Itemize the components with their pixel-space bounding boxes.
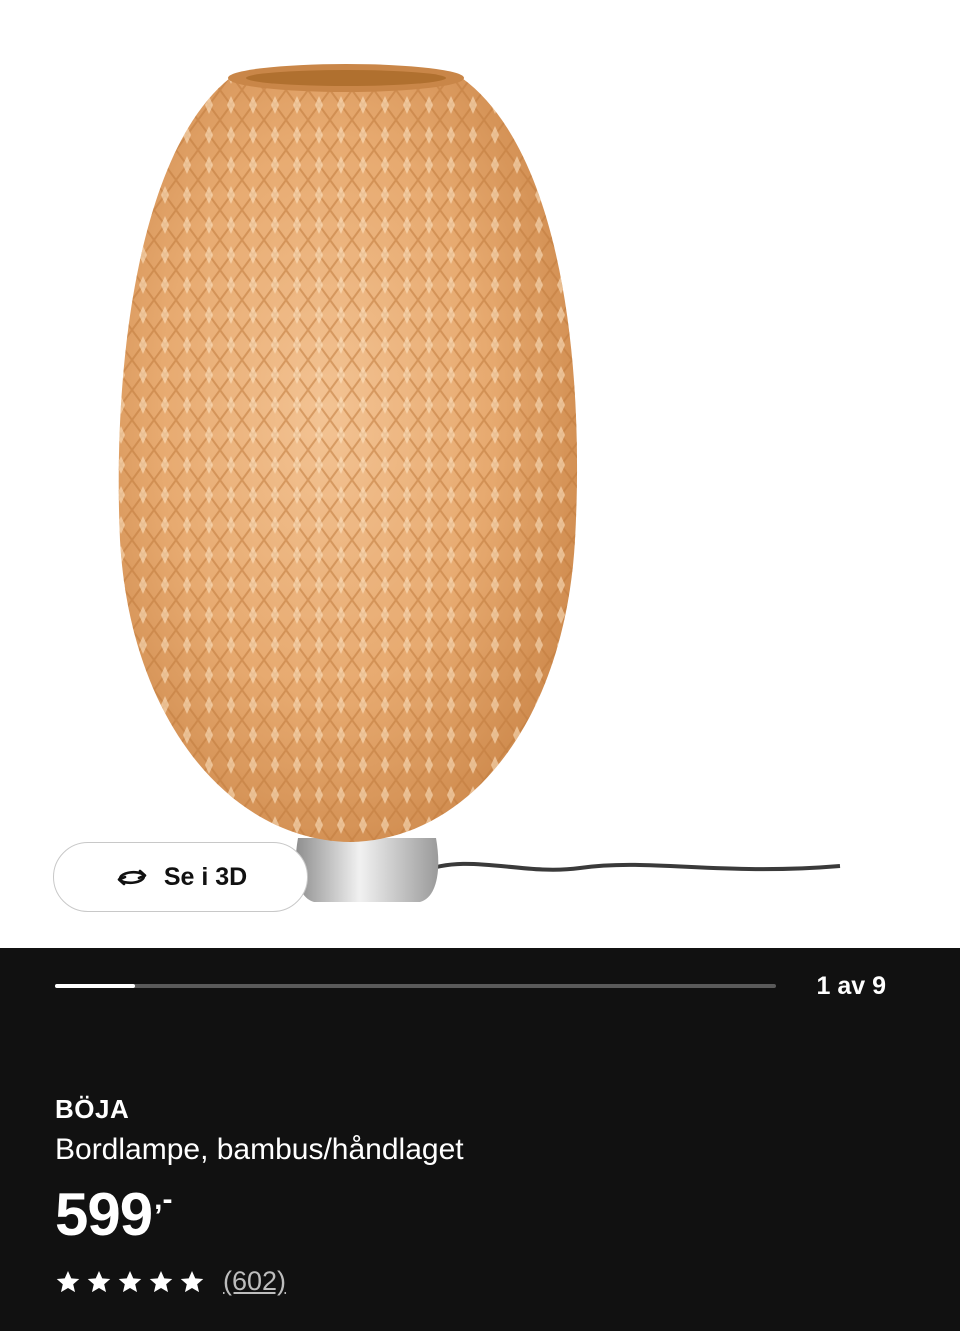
product-rating[interactable]: (602) <box>55 1266 286 1297</box>
product-price: 599 ,- <box>55 1180 172 1250</box>
product-image-area[interactable]: Se i 3D <box>0 0 960 948</box>
lamp-cord <box>419 861 841 874</box>
product-image <box>118 64 841 902</box>
star-icon <box>180 1270 204 1292</box>
star-icon <box>118 1270 142 1292</box>
view-in-3d-label: Se i 3D <box>163 862 248 891</box>
price-amount: 599 <box>55 1181 153 1248</box>
product-info-panel: 1 av 9 BÖJA Bordlampe, bambus/håndlaget … <box>0 948 960 1331</box>
star-icon <box>149 1270 173 1292</box>
star-icon <box>87 1270 111 1292</box>
rotate-3d-icon <box>117 869 147 886</box>
price-suffix: ,- <box>154 1183 173 1216</box>
review-count-link[interactable]: (602) <box>223 1266 286 1297</box>
lamp-base <box>295 838 439 902</box>
gallery-progress-fill <box>55 984 136 988</box>
product-description: Bordlampe, bambus/håndlaget <box>55 1133 464 1166</box>
rating-stars <box>55 1269 205 1295</box>
product-name: BÖJA <box>55 1094 130 1124</box>
star-icon <box>56 1270 80 1292</box>
gallery-progress-bar <box>55 984 776 988</box>
gallery-counter: 1 av 9 <box>816 972 886 1000</box>
view-in-3d-button[interactable]: Se i 3D <box>53 842 308 912</box>
